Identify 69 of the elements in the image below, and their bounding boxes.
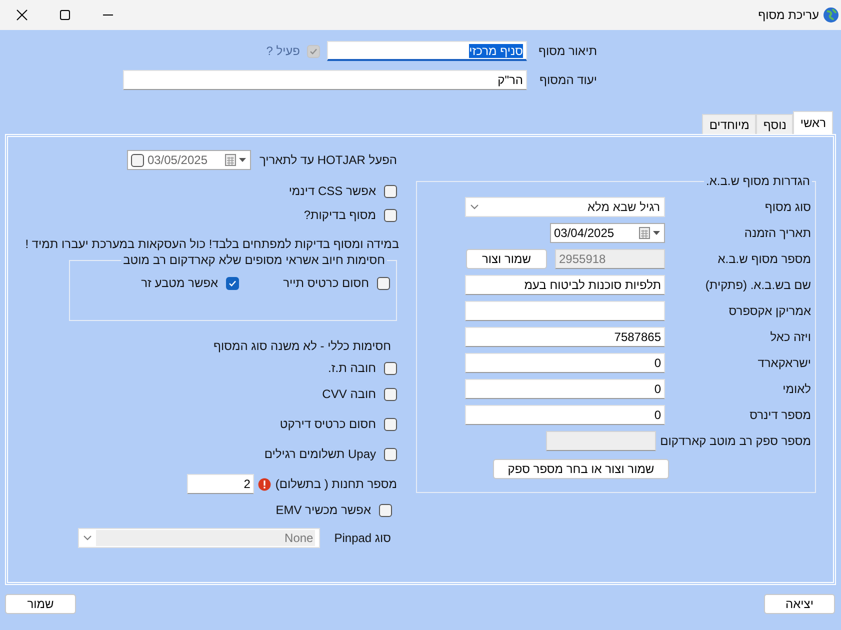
close-icon: [16, 9, 28, 21]
calendar-dropdown-icon[interactable]: [225, 154, 248, 166]
field-label: ויזה כאל: [769, 330, 811, 344]
tab[interactable]: מיוחדים: [702, 114, 756, 134]
checkbox-label: אפשר מכשיר EMV: [276, 503, 371, 517]
installments-field[interactable]: 2: [187, 474, 254, 494]
chevron-down-icon: [470, 204, 479, 210]
save-create-button[interactable]: שמור וצור: [466, 249, 547, 269]
field-label: יעוד המסוף: [538, 73, 597, 87]
checkbox-label: Upay תשלומים רגילים: [264, 447, 376, 461]
checkbox[interactable]: [384, 388, 397, 400]
group-title: הגדרות מסוף ש.ב.א.: [705, 174, 811, 188]
globe-icon: [823, 7, 839, 23]
text-field[interactable]: 7587865: [465, 327, 665, 347]
calendar-dropdown-icon[interactable]: [639, 227, 661, 239]
checkbox[interactable]: [226, 276, 240, 290]
checkbox[interactable]: [384, 208, 397, 222]
date-checkbox[interactable]: [131, 154, 144, 166]
warning-text: במידה ומסוף בדיקות למפתחים בלבד! כול העסקאות במערכת יעברו תמיד !: [24, 237, 399, 251]
field-label: מספר ספק רב מוטב קארדקום: [659, 434, 811, 448]
checkbox-label: חובה ת.ז.: [328, 361, 376, 375]
text-field[interactable]: [465, 301, 665, 321]
maximize-icon: [58, 9, 70, 21]
checkbox-label: מסוף בדיקות?: [304, 208, 376, 222]
save-button[interactable]: שמור: [5, 594, 76, 614]
window-title: עריכת מסוף: [758, 8, 819, 22]
check-icon: [228, 278, 238, 288]
field-label: הפעל HOTJAR עד לתאריך: [259, 153, 397, 167]
section-title: חסימות כללי - לא משנה סוג המסוף: [212, 339, 391, 353]
text-field[interactable]: תלפיות סוכנות לביטוח בעמ: [465, 275, 665, 295]
checkbox[interactable]: [377, 276, 390, 290]
field-label: אמריקן אקספרס: [728, 304, 811, 318]
check-icon: [309, 46, 318, 56]
date-picker[interactable]: 03/05/2025: [127, 150, 252, 170]
field-label: מספר תחנות ( בתשלום): [275, 477, 397, 491]
tab[interactable]: נוסף: [756, 114, 794, 134]
description-field[interactable]: סניף מרכזי: [327, 41, 527, 61]
field-label: סוג מסוף: [764, 200, 811, 214]
text-field[interactable]: 0: [465, 379, 665, 399]
field-label: סוג Pinpad: [334, 531, 391, 545]
readonly-field: 2955918: [555, 249, 665, 269]
terminal-type-select[interactable]: רגיל שבא מלא: [465, 197, 665, 217]
group-title: חסימות חיוב אשראי מסופים שלא קארדקום רב מוטב: [122, 253, 386, 267]
field-label: מספר דינרס: [748, 408, 811, 422]
tab[interactable]: ראשי: [793, 111, 833, 134]
field-label: שם בש.ב.א. (פתקית): [704, 278, 811, 292]
field-label: לאומי: [782, 382, 811, 396]
purpose-field[interactable]: הר"ק: [123, 70, 527, 90]
checkbox[interactable]: [384, 184, 397, 198]
checkbox-label: חובה CVV: [322, 387, 376, 401]
checkbox[interactable]: [379, 504, 392, 516]
checkbox[interactable]: [384, 418, 397, 430]
checkbox[interactable]: [384, 362, 397, 374]
checkbox-label: אפשר מטבע זר: [141, 276, 218, 290]
chevron-down-icon: [83, 535, 92, 541]
field-label: תאריך הזמנה: [743, 226, 811, 240]
date-picker[interactable]: 03/04/2025: [550, 223, 665, 243]
field-label: ישראקארד: [756, 356, 811, 370]
text-field[interactable]: 0: [465, 353, 665, 373]
checkbox-label: פעיל ?: [266, 44, 300, 58]
checkbox-label: חסום כרטיס תייר: [283, 276, 369, 290]
checkbox-label: אפשר CSS דינמי: [288, 184, 376, 198]
field-label: מספר מסוף ש.ב.א: [716, 252, 811, 266]
field-label: תיאור מסוף: [537, 44, 597, 58]
checkbox[interactable]: [384, 448, 397, 460]
exit-button[interactable]: יציאה: [764, 594, 835, 614]
text-field[interactable]: 0: [465, 405, 665, 425]
checkbox-label: חסום כרטיס דירקט: [280, 417, 376, 431]
save-create-supplier-button[interactable]: שמור וצור או בחר מספר ספק: [493, 459, 669, 479]
